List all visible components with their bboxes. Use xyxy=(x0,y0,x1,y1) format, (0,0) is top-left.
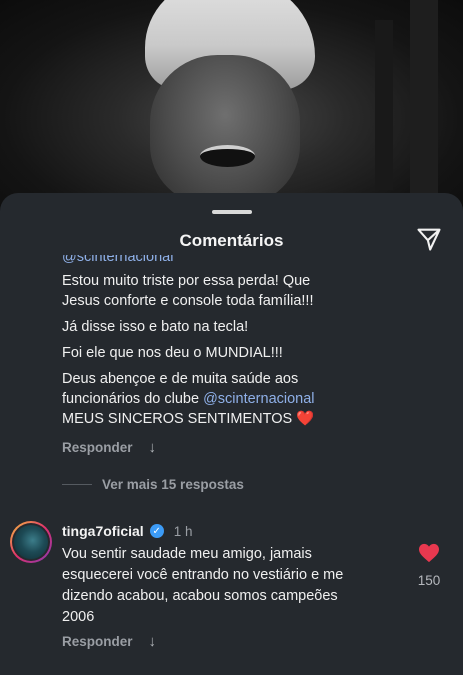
photo-mouth xyxy=(200,145,255,167)
sheet-title: Comentários xyxy=(179,231,284,250)
comment-line: Estou muito triste por essa perda! Que xyxy=(62,273,311,289)
send-icon[interactable] xyxy=(415,225,443,253)
heart-icon[interactable] xyxy=(418,543,440,563)
comment-line: Deus abençoe e de muita saúde aos xyxy=(62,371,299,387)
comment-text: Vou sentir saudade meu amigo, jamais esq… xyxy=(62,544,402,628)
comment-line: 2006 xyxy=(62,609,95,625)
like-count: 150 xyxy=(417,573,441,588)
arrow-down-icon[interactable]: ↓ xyxy=(149,633,157,650)
reply-button[interactable]: Responder xyxy=(62,440,133,455)
photo-face xyxy=(150,55,300,205)
comment-text: MEUS SINCEROS SENTIMENTOS xyxy=(62,411,297,427)
comment-line: funcionários do clube @scinternacional xyxy=(62,389,442,409)
mention-link[interactable]: @scinternacional xyxy=(203,391,314,407)
verified-badge-icon: ✓ xyxy=(149,524,164,538)
view-more-replies-label: Ver mais 15 respostas xyxy=(102,477,244,492)
comment-text: funcionários do clube xyxy=(62,391,204,407)
comment-header: tinga7oficial ✓ 1 h xyxy=(62,523,192,539)
comment-line: Foi ele que nos deu o MUNDIAL!!! xyxy=(62,345,283,361)
background-stripe xyxy=(375,20,393,190)
comment-line: Vou sentir saudade meu amigo, jamais xyxy=(62,546,312,562)
divider xyxy=(62,484,92,485)
drag-handle[interactable] xyxy=(212,210,252,214)
reply-button[interactable]: Responder xyxy=(62,634,133,649)
comment-line: Já disse isso e bato na tecla! xyxy=(62,319,249,335)
comments-sheet: Comentários @scinternacional Estou muito… xyxy=(0,193,463,675)
cut-off-mention[interactable]: @scinternacional xyxy=(62,255,442,265)
comment-actions: Responder ↓ xyxy=(62,439,156,456)
comment-actions: Responder ↓ xyxy=(62,633,156,650)
background-stripe xyxy=(410,0,438,200)
avatar[interactable] xyxy=(10,521,52,563)
comment-line: dizendo acabou, acabou somos campeões xyxy=(62,588,338,604)
comment-line: esquecerei você entrando no vestiário e … xyxy=(62,567,344,583)
arrow-down-icon[interactable]: ↓ xyxy=(149,439,157,456)
comment-timestamp: 1 h xyxy=(173,523,193,539)
view-more-replies[interactable]: Ver mais 15 respostas xyxy=(62,477,244,492)
comment-reply-text: @scinternacional Estou muito triste por … xyxy=(62,255,442,429)
background-photo xyxy=(0,0,463,215)
comment-line: Jesus conforte e console toda família!!! xyxy=(62,293,314,309)
heart-emoji: ❤️ xyxy=(296,411,315,427)
username-link[interactable]: tinga7oficial xyxy=(62,523,144,539)
comment-line: MEUS SINCEROS SENTIMENTOS ❤️ xyxy=(62,409,442,429)
